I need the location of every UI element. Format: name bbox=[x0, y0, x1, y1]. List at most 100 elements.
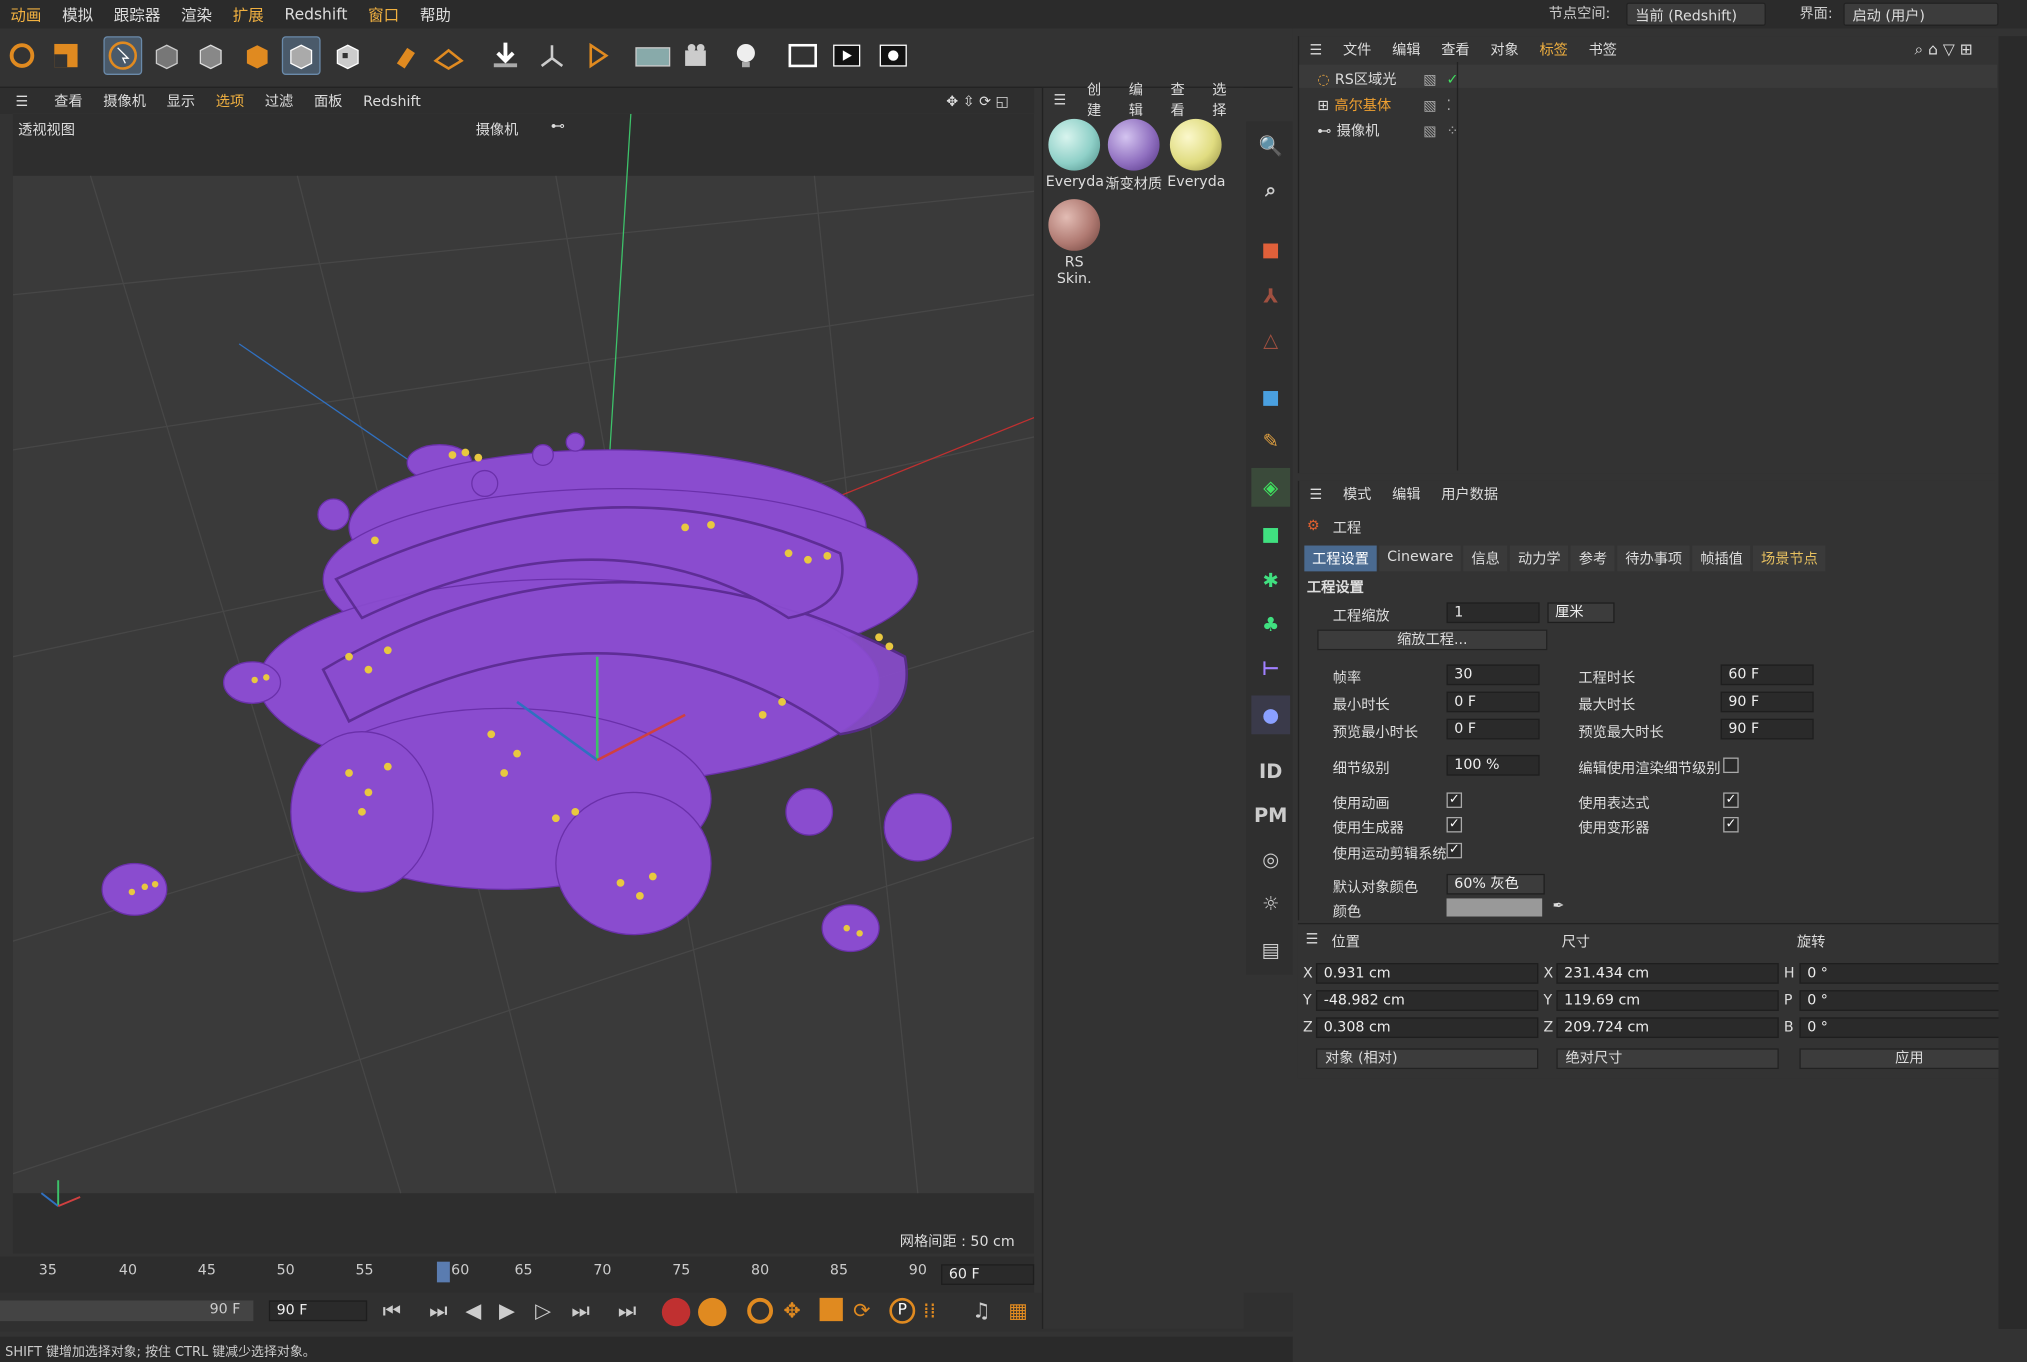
use-motion-checkbox[interactable]: ✓ bbox=[1446, 842, 1463, 859]
pm-icon[interactable]: PM bbox=[1251, 796, 1290, 835]
tab-todo[interactable]: 待办事项 bbox=[1617, 545, 1690, 572]
axis-icon[interactable] bbox=[533, 36, 572, 75]
camera-tag-icon[interactable]: ⁘ bbox=[1447, 122, 1459, 139]
material-swatch[interactable]: RS Skin. bbox=[1046, 199, 1103, 287]
film-icon[interactable]: ▦ bbox=[1008, 1298, 1028, 1323]
render-view-icon[interactable] bbox=[827, 36, 866, 75]
check-icon[interactable]: ✓ bbox=[1447, 70, 1459, 87]
rot-b-field[interactable]: 0 ° bbox=[1799, 1017, 2020, 1039]
duration-field[interactable]: 60 F bbox=[1720, 664, 1814, 686]
keyframe-select-icon[interactable] bbox=[747, 1297, 774, 1324]
light-icon[interactable] bbox=[726, 36, 765, 75]
menu-help[interactable]: 帮助 bbox=[410, 3, 462, 25]
cube-tool-icon[interactable]: ■ bbox=[1251, 230, 1290, 269]
voronoi-icon[interactable]: ♣ bbox=[1251, 605, 1290, 644]
next-key-icon[interactable]: ⏭ bbox=[571, 1298, 590, 1324]
menu-redshift[interactable]: Redshift bbox=[274, 5, 358, 23]
use-generator-checkbox[interactable]: ✓ bbox=[1446, 816, 1463, 833]
joint-icon[interactable]: ⅄ bbox=[1251, 277, 1290, 316]
object-info-icon[interactable]: ⌕ bbox=[1251, 171, 1290, 210]
environment-icon[interactable]: ◎ bbox=[1251, 840, 1290, 879]
workplane-icon[interactable] bbox=[429, 36, 468, 75]
cloner-icon[interactable]: ✱ bbox=[1251, 561, 1290, 600]
object-row[interactable]: ◌ RS区域光 ▧ ✓ bbox=[1317, 67, 1458, 90]
vp-menu-display[interactable]: 显示 bbox=[156, 90, 205, 111]
scale-key-icon[interactable] bbox=[819, 1297, 843, 1322]
render-region-icon[interactable] bbox=[783, 36, 822, 75]
generator-icon[interactable]: ■ bbox=[1251, 514, 1290, 553]
zoom-icon[interactable]: 🔍 bbox=[1251, 127, 1290, 166]
obj-menu-tags[interactable]: 标签 bbox=[1529, 39, 1578, 60]
tag-icon[interactable]: ▧ bbox=[1423, 122, 1436, 139]
coord-mode-dropdown[interactable]: 对象 (相对) bbox=[1315, 1048, 1539, 1070]
auto-key-icon[interactable] bbox=[698, 1297, 727, 1327]
scale-tool-icon[interactable] bbox=[47, 36, 86, 75]
sound-icon[interactable]: ♫ bbox=[972, 1298, 991, 1323]
preview-max-field[interactable]: 90 F bbox=[1720, 718, 1814, 740]
render-lod-checkbox[interactable] bbox=[1723, 757, 1739, 774]
search-icon[interactable]: ⌕ ⌂ ▽ ⊞ bbox=[1904, 39, 1983, 58]
default-color-dropdown[interactable]: 60% 灰色 bbox=[1446, 873, 1545, 895]
object-row[interactable]: ⊞ 高尔基体 ▧ ⁚ bbox=[1317, 93, 1451, 116]
subdivision-icon[interactable]: ◈ bbox=[1251, 467, 1291, 507]
size-mode-dropdown[interactable]: 绝对尺寸 bbox=[1556, 1048, 1779, 1070]
record-icon[interactable] bbox=[661, 1297, 691, 1327]
max-time-field[interactable]: 90 F bbox=[1720, 691, 1814, 713]
point-level-icon[interactable]: ⁞⁞ bbox=[923, 1298, 936, 1323]
vp-menu-camera[interactable]: 摄像机 bbox=[93, 90, 156, 111]
obj-menu-view[interactable]: 查看 bbox=[1431, 39, 1480, 60]
range-slider[interactable]: 90 F bbox=[0, 1300, 254, 1322]
polygons-mode-icon[interactable] bbox=[238, 36, 277, 75]
obj-menu-bookmarks[interactable]: 书签 bbox=[1578, 39, 1627, 60]
prev-key-icon[interactable]: ⏭ bbox=[429, 1298, 448, 1324]
magnet-icon[interactable] bbox=[385, 36, 424, 75]
drop-to-floor-icon[interactable] bbox=[486, 36, 525, 75]
attr-menu-userdata[interactable]: 用户数据 bbox=[1431, 483, 1509, 504]
tag-icon[interactable]: ▧ bbox=[1423, 70, 1436, 87]
size-x-field[interactable]: 231.434 cm bbox=[1556, 963, 1779, 984]
points-mode-icon[interactable] bbox=[147, 36, 186, 75]
timeline-ruler[interactable]: 35 40 45 50 55 60 65 70 75 80 85 90 60 F bbox=[0, 1256, 1035, 1293]
use-animation-checkbox[interactable]: ✓ bbox=[1446, 792, 1463, 808]
material-swatch[interactable]: Everyda bbox=[1046, 118, 1104, 190]
tab-dynamics[interactable]: 动力学 bbox=[1510, 545, 1569, 572]
color-swatch[interactable] bbox=[1446, 898, 1543, 917]
floor-grid-icon[interactable] bbox=[633, 36, 672, 75]
tab-cineware[interactable]: Cineware bbox=[1379, 545, 1462, 572]
preview-min-field[interactable]: 0 F bbox=[1446, 718, 1540, 740]
use-deformer-checkbox[interactable]: ✓ bbox=[1723, 816, 1739, 833]
rotation-key-icon[interactable]: ⟳ bbox=[853, 1298, 870, 1323]
object-row[interactable]: ⊷ 摄像机 ▧ ⁘ bbox=[1317, 119, 1458, 142]
apply-button[interactable]: 应用 bbox=[1799, 1048, 2020, 1070]
obj-menu-object[interactable]: 对象 bbox=[1480, 39, 1529, 60]
vp-menu-panel[interactable]: 面板 bbox=[304, 90, 353, 111]
id-icon[interactable]: ID bbox=[1251, 752, 1290, 791]
mat-menu-create[interactable]: 创建 bbox=[1077, 79, 1119, 120]
menu-animate[interactable]: 动画 bbox=[0, 3, 52, 25]
primitive-cube-icon[interactable]: ■ bbox=[1251, 377, 1290, 416]
move-view-icon[interactable]: ✥ ⇳ ⟳ ◱ bbox=[936, 92, 1019, 109]
min-time-field[interactable]: 0 F bbox=[1446, 691, 1540, 713]
scale-project-button[interactable]: 缩放工程... bbox=[1317, 629, 1548, 651]
select-tool-icon[interactable] bbox=[103, 36, 143, 75]
menu-extensions[interactable]: 扩展 bbox=[222, 3, 274, 25]
end-frame-field[interactable]: 90 F bbox=[268, 1300, 368, 1322]
tab-interpolation[interactable]: 帧插值 bbox=[1692, 545, 1751, 572]
pos-x-field[interactable]: 0.931 cm bbox=[1315, 963, 1539, 984]
hamburger-icon[interactable]: ☰ bbox=[1299, 485, 1332, 502]
obj-menu-edit[interactable]: 编辑 bbox=[1382, 39, 1431, 60]
lod-field[interactable]: 100 % bbox=[1446, 754, 1540, 776]
perspective-viewport[interactable]: 透视视图 摄像机 ⊷ 网格间距 : 50 cm bbox=[12, 113, 1035, 1254]
pos-z-field[interactable]: 0.308 cm bbox=[1315, 1017, 1539, 1039]
hamburger-icon[interactable]: ☰ bbox=[0, 92, 44, 109]
vp-menu-options[interactable]: 选项 bbox=[205, 90, 254, 111]
obj-menu-file[interactable]: 文件 bbox=[1333, 39, 1382, 60]
texture-mode-icon[interactable] bbox=[328, 36, 367, 75]
vp-menu-redshift[interactable]: Redshift bbox=[353, 92, 431, 109]
hamburger-icon[interactable]: ☰ bbox=[1043, 91, 1076, 108]
mat-menu-edit[interactable]: 编辑 bbox=[1118, 79, 1160, 120]
sun-icon[interactable]: ☼ bbox=[1251, 884, 1290, 923]
hamburger-icon[interactable]: ☰ bbox=[1306, 931, 1319, 948]
vp-menu-view[interactable]: 查看 bbox=[44, 90, 93, 111]
render-settings-icon[interactable] bbox=[874, 36, 913, 75]
